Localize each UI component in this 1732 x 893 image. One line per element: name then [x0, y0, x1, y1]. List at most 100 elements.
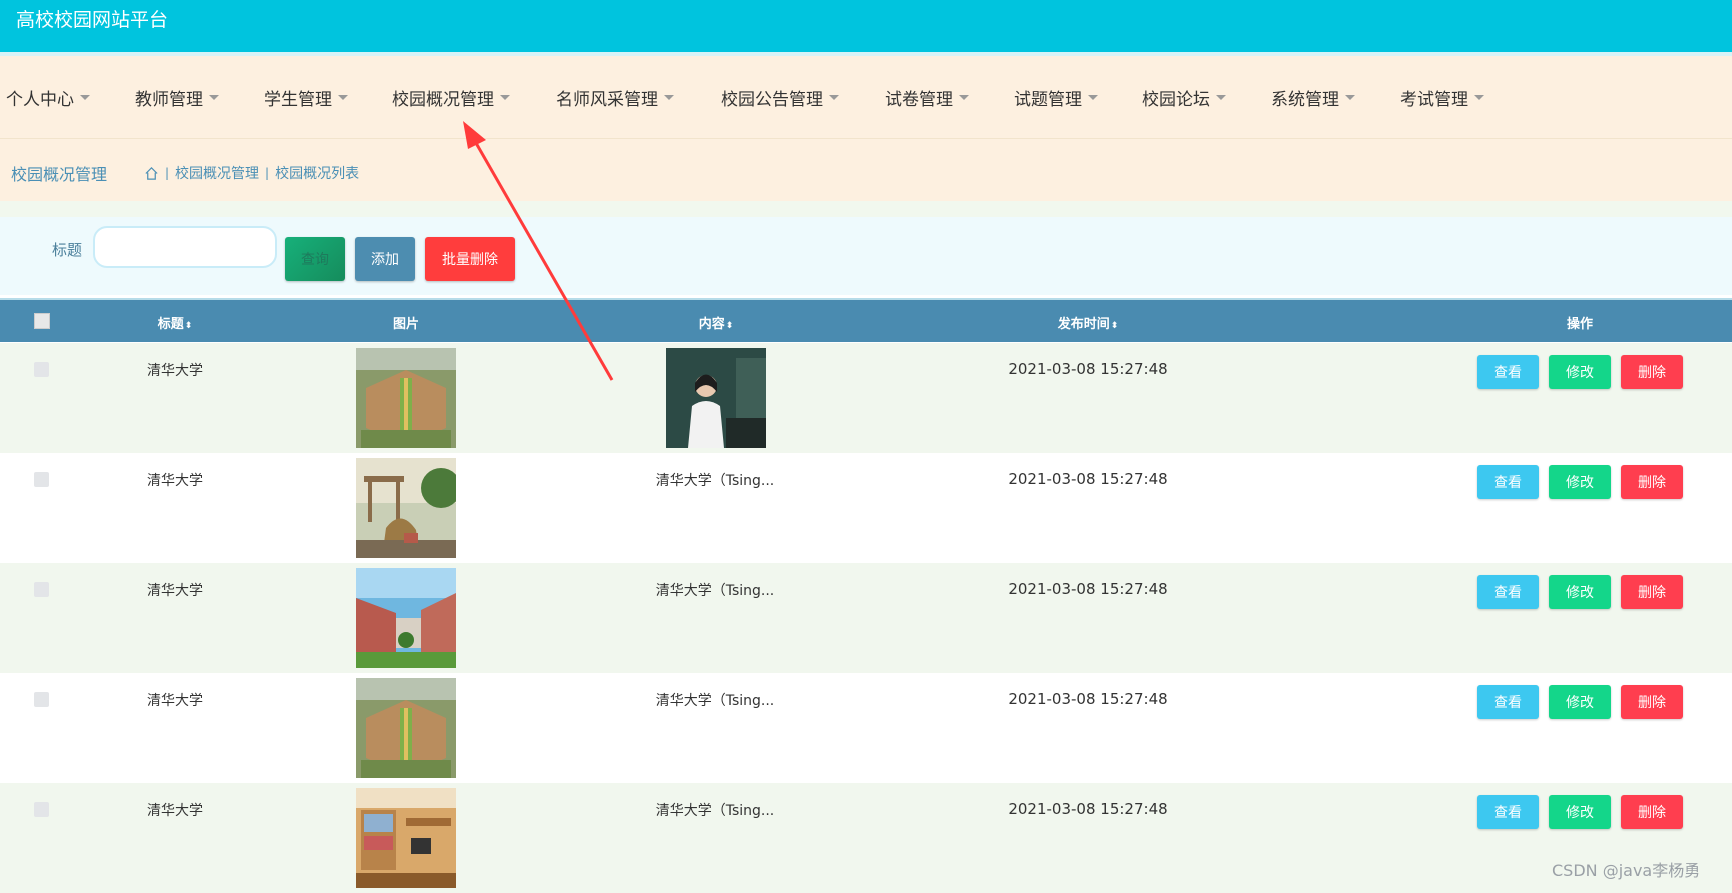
chevron-down-icon: [829, 94, 839, 100]
column-header-actions: 操作: [1567, 313, 1593, 332]
nav-item-teacher-showcase[interactable]: 名师风采管理: [556, 85, 674, 110]
page-title: 校园概况管理: [11, 165, 108, 184]
chevron-down-icon: [338, 94, 348, 100]
nav-label: 校园公告管理: [721, 89, 823, 110]
delete-button[interactable]: 删除: [1621, 685, 1683, 719]
delete-button[interactable]: 删除: [1621, 355, 1683, 389]
nav-item-personal-center[interactable]: 个人中心: [6, 85, 90, 110]
nav-item-system[interactable]: 系统管理: [1271, 85, 1355, 110]
column-header-time[interactable]: 发布时间⬍: [1058, 313, 1119, 332]
cell-title: 清华大学: [147, 693, 203, 709]
table-header: 标题⬍ 图片 内容⬍ 发布时间⬍ 操作: [0, 298, 1732, 342]
breadcrumb-bar: 校园概况管理 | 校园概况管理 | 校园概况列表: [0, 139, 1732, 201]
nav-item-teacher[interactable]: 教师管理: [135, 85, 219, 110]
chevron-down-icon: [80, 94, 90, 100]
nav-item-exam[interactable]: 考试管理: [1400, 85, 1484, 110]
app-title: 高校校园网站平台: [16, 9, 169, 31]
view-button[interactable]: 查看: [1477, 465, 1539, 499]
delete-button[interactable]: 删除: [1621, 575, 1683, 609]
delete-button[interactable]: 删除: [1621, 795, 1683, 829]
nav-item-forum[interactable]: 校园论坛: [1142, 85, 1226, 110]
breadcrumb-separator: |: [165, 166, 170, 180]
cell-content: 清华大学（Tsing...: [655, 693, 775, 709]
cell-content: 清华大学（Tsing...: [655, 473, 775, 489]
campus-statue-thumbnail: [356, 458, 456, 558]
chevron-down-icon: [664, 94, 674, 100]
nav-item-campus-notice[interactable]: 校园公告管理: [721, 85, 839, 110]
chevron-down-icon: [500, 94, 510, 100]
row-checkbox[interactable]: [34, 362, 49, 377]
header-label: 图片: [392, 317, 420, 332]
cell-time: 2021-03-08 15:27:48: [1008, 580, 1168, 598]
view-button[interactable]: 查看: [1477, 355, 1539, 389]
search-toolbar: 标题 查询 添加 批量删除: [0, 217, 1732, 295]
main-nav: 个人中心 教师管理 学生管理 校园概况管理 名师风采管理 校园公告管理 试卷管理…: [0, 56, 1732, 139]
nav-label: 试卷管理: [885, 89, 953, 110]
sort-icon: ⬍: [725, 321, 734, 331]
column-header-content[interactable]: 内容⬍: [699, 313, 734, 332]
header-label: 标题: [157, 317, 184, 332]
data-table: 标题⬍ 图片 内容⬍ 发布时间⬍ 操作 清华大学 2021-03-08 15:2…: [0, 295, 1732, 893]
table-row: 清华大学 清华大学（Tsing... 2021-03-08 15:27:48 查…: [0, 673, 1732, 783]
edit-button[interactable]: 修改: [1549, 685, 1611, 719]
edit-button[interactable]: 修改: [1549, 355, 1611, 389]
nav-label: 个人中心: [6, 89, 74, 110]
row-checkbox[interactable]: [34, 582, 49, 597]
view-button[interactable]: 查看: [1477, 685, 1539, 719]
campus-building-thumbnail: [356, 568, 456, 668]
chevron-down-icon: [209, 94, 219, 100]
sort-icon: ⬍: [184, 321, 193, 331]
edit-button[interactable]: 修改: [1549, 795, 1611, 829]
nav-label: 学生管理: [264, 89, 332, 110]
breadcrumb-separator: |: [265, 166, 270, 180]
header-label: 发布时间: [1057, 317, 1110, 332]
sort-icon: ⬍: [1110, 321, 1119, 331]
dorm-room-thumbnail: [356, 788, 456, 888]
nav-item-student[interactable]: 学生管理: [264, 85, 348, 110]
section-divider: [0, 201, 1732, 217]
view-button[interactable]: 查看: [1477, 795, 1539, 829]
cell-content: 清华大学（Tsing...: [655, 803, 775, 819]
query-button[interactable]: 查询: [285, 237, 345, 281]
nav-item-exam-paper[interactable]: 试卷管理: [885, 85, 969, 110]
table-row: 清华大学 清华大学（Tsing... 2021-03-08 15:27:48 查…: [0, 563, 1732, 673]
top-bar: 高校校园网站平台: [0, 0, 1732, 52]
header-label: 操作: [1566, 317, 1594, 332]
select-all-checkbox[interactable]: [34, 313, 50, 329]
table-row: 清华大学 清华大学（Tsing... 2021-03-08 15:27:48 查…: [0, 453, 1732, 563]
row-checkbox[interactable]: [34, 472, 49, 487]
nav-label: 校园概况管理: [392, 89, 494, 110]
chevron-down-icon: [1345, 94, 1355, 100]
nav-label: 校园论坛: [1142, 89, 1210, 110]
nav-item-campus-overview[interactable]: 校园概况管理: [392, 85, 510, 110]
edit-button[interactable]: 修改: [1549, 465, 1611, 499]
row-checkbox[interactable]: [34, 802, 49, 817]
cell-time: 2021-03-08 15:27:48: [1008, 690, 1168, 708]
cell-time: 2021-03-08 15:27:48: [1008, 360, 1168, 378]
watermark: CSDN @java李杨勇: [1552, 861, 1701, 880]
home-icon[interactable]: [144, 166, 159, 181]
view-button[interactable]: 查看: [1477, 575, 1539, 609]
edit-button[interactable]: 修改: [1549, 575, 1611, 609]
row-checkbox[interactable]: [34, 692, 49, 707]
delete-button[interactable]: 删除: [1621, 465, 1683, 499]
nav-label: 系统管理: [1271, 89, 1339, 110]
campus-aerial-thumbnail: [356, 348, 456, 448]
breadcrumb-current: 校园概况列表: [275, 166, 360, 182]
title-search-input[interactable]: [93, 226, 277, 268]
cell-title: 清华大学: [147, 363, 203, 379]
cell-title: 清华大学: [147, 803, 203, 819]
batch-delete-button[interactable]: 批量删除: [425, 237, 515, 281]
breadcrumb-link[interactable]: 校园概况管理: [175, 163, 259, 183]
table-row: 清华大学 2021-03-08 15:27:48 查看 修改 删除: [0, 343, 1732, 453]
chevron-down-icon: [1088, 94, 1098, 100]
breadcrumb: | 校园概况管理 | 校园概况列表: [144, 163, 359, 183]
chevron-down-icon: [1216, 94, 1226, 100]
column-header-title[interactable]: 标题⬍: [158, 313, 193, 332]
campus-aerial-thumbnail: [356, 678, 456, 778]
nav-item-question[interactable]: 试题管理: [1014, 85, 1098, 110]
add-button[interactable]: 添加: [355, 237, 415, 281]
nav-label: 试题管理: [1014, 89, 1082, 110]
lecture-photo: [666, 348, 766, 448]
cell-time: 2021-03-08 15:27:48: [1008, 470, 1168, 488]
